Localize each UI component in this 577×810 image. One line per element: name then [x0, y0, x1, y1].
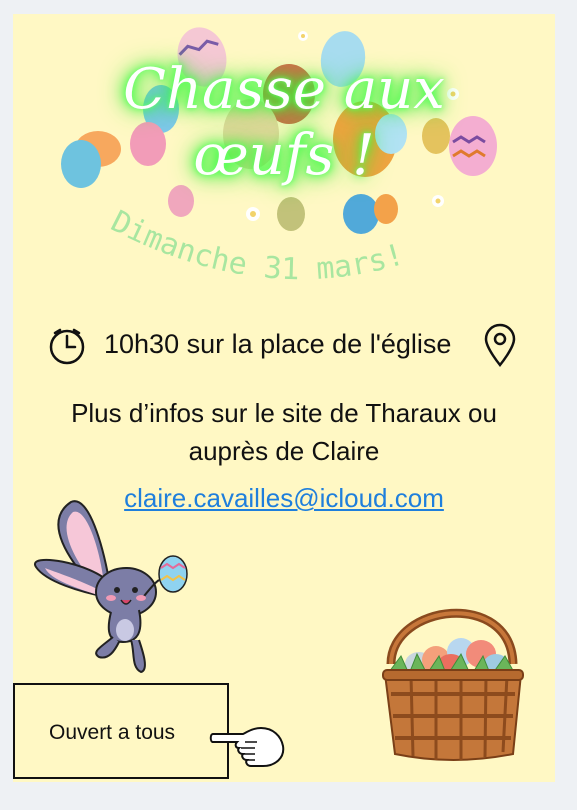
easter-basket-illustration: [382, 608, 524, 761]
date-arc-text: Dimanche 31 mars!: [105, 204, 408, 287]
time-place-row: 10h30 sur la place de l'église: [13, 323, 555, 367]
svg-text:Dimanche 31 mars!: Dimanche 31 mars!: [105, 204, 408, 287]
info-line-1: Plus d’infos sur le site de Tharaux ou: [71, 398, 497, 428]
pointing-hand-icon: [209, 726, 285, 767]
info-text: Plus d’infos sur le site de Tharaux ou a…: [43, 394, 525, 470]
open-to-all-label: Ouvert a tous: [49, 721, 176, 744]
easter-poster: Chasse aux œufs ! Dimanche 31 mars! 10h3…: [13, 14, 555, 782]
bunny-illustration: [34, 500, 188, 674]
title-line-1: Chasse aux: [123, 57, 445, 122]
date-text: Dimanche 31 mars!: [105, 204, 408, 287]
clock-icon: [49, 328, 85, 365]
location-pin-icon: [484, 323, 516, 367]
title-line-2: œufs !: [193, 123, 375, 188]
open-to-all-box: Ouvert a tous: [13, 683, 229, 779]
info-line-2: auprès de Claire: [188, 436, 380, 466]
time-place-text: 10h30 sur la place de l'église: [104, 329, 452, 359]
